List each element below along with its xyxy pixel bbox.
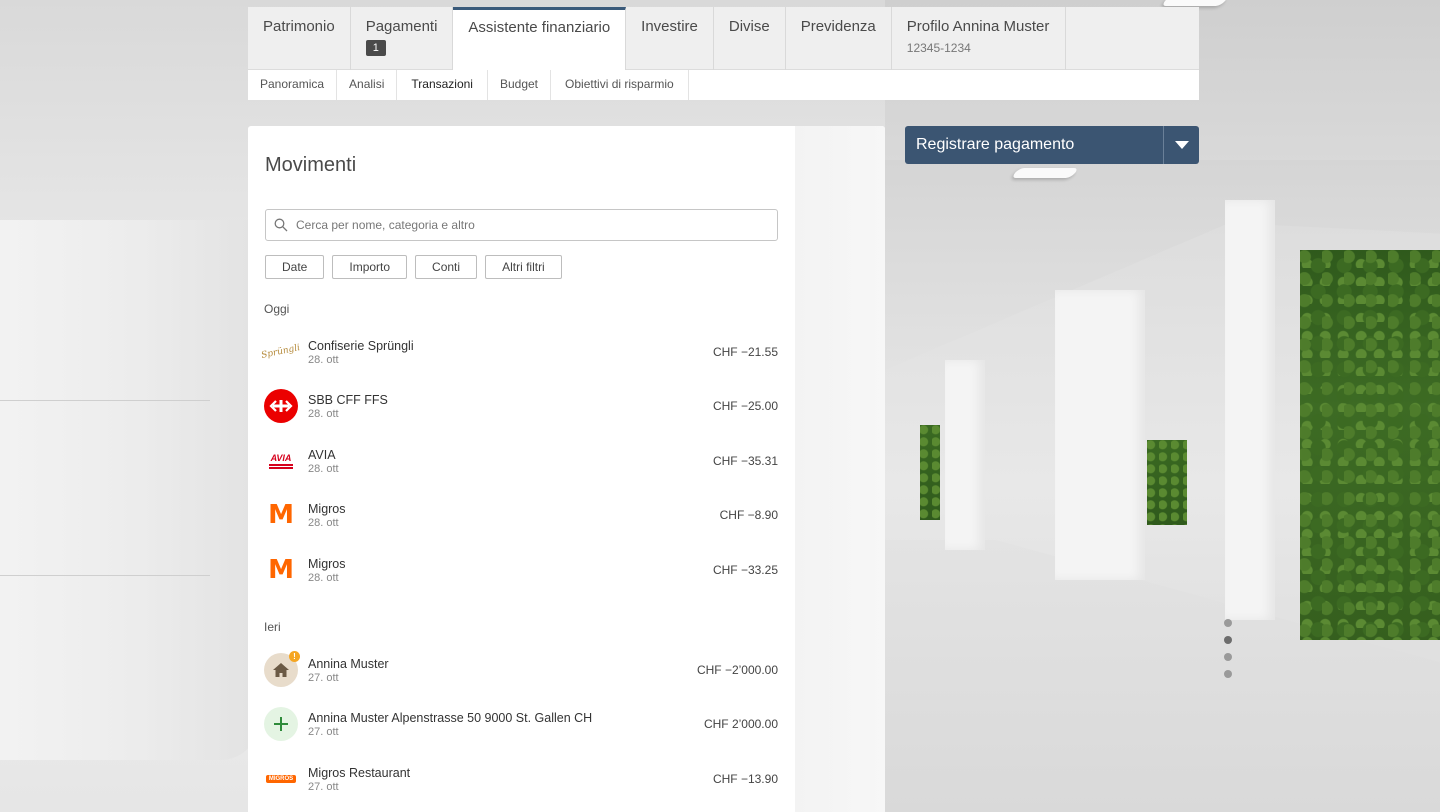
tab-patrimonio[interactable]: Patrimonio (248, 7, 351, 70)
migros-restaurant-logo: MIGROS (264, 762, 298, 796)
tab-investire[interactable]: Investire (626, 7, 714, 70)
transaction-date: 27. ott (308, 780, 339, 793)
avia-logo-text: AVIA (270, 452, 292, 463)
migros-logo: M (264, 553, 298, 587)
transaction-row[interactable]: ! Annina Muster 27. ott CHF −2’000.00 (264, 650, 778, 690)
transaction-name: SBB CFF FFS (308, 392, 388, 407)
subtab-panoramica[interactable]: Panoramica (248, 70, 338, 100)
spruengli-logo-text: Sprüngli (260, 343, 302, 361)
green-wall (1300, 250, 1440, 640)
home-icon: ! (264, 651, 300, 687)
pagination-dot[interactable] (1224, 653, 1232, 661)
transaction-amount: CHF −33.25 (712, 563, 778, 577)
group-label-yesterday: Ieri (264, 620, 281, 634)
transaction-row[interactable]: SBB CFF FFS 28. ott CHF −25.00 (264, 386, 778, 426)
register-payment-button[interactable]: Registrare pagamento (905, 126, 1199, 164)
page-title: Movimenti (265, 154, 357, 176)
transaction-amount: CHF −21.55 (712, 345, 778, 359)
migros-restaurant-logo-text: MIGROS (265, 775, 297, 783)
transaction-row[interactable]: M Migros 28. ott CHF −33.25 (264, 550, 778, 590)
sbb-logo-icon (264, 389, 298, 423)
transaction-amount: CHF −13.90 (712, 772, 778, 786)
group-label-today: Oggi (264, 302, 290, 316)
transaction-date: 27. ott (308, 725, 339, 738)
account-number: 12345-1234 (906, 41, 971, 55)
background-pillar (0, 220, 260, 760)
notification-badge: 1 (365, 40, 386, 56)
filter-bar: Date Importo Conti Altri filtri (265, 255, 562, 279)
main-navigation: Patrimonio Pagamenti 1 Assistente finanz… (248, 7, 1199, 70)
transaction-amount: CHF −2’000.00 (696, 663, 778, 677)
transaction-date: 28. ott (308, 353, 339, 366)
tab-label: Assistente finanziario (468, 19, 611, 36)
transaction-name: Migros Restaurant (308, 765, 411, 780)
subtab-obiettivi-di-risparmio[interactable]: Obiettivi di risparmio (551, 70, 689, 100)
plus-icon-graphic (264, 707, 298, 741)
transaction-row[interactable]: Sprüngli Confiserie Sprüngli 28. ott CHF… (261, 332, 778, 372)
tab-label: Investire (641, 18, 698, 35)
transaction-date: 28. ott (308, 407, 339, 420)
transaction-date: 27. ott (308, 671, 339, 684)
tab-label: Previdenza (800, 18, 876, 35)
plus-icon (264, 707, 298, 741)
transaction-name: Migros (308, 556, 346, 571)
tab-divise[interactable]: Divise (714, 7, 786, 70)
transaction-row[interactable]: Annina Muster Alpenstrasse 50 9000 St. G… (264, 704, 778, 744)
transactions-panel: Movimenti Date Importo Conti Altri filtr… (248, 126, 885, 812)
tab-previdenza[interactable]: Previdenza (786, 7, 892, 70)
transaction-name: AVIA (308, 447, 336, 462)
filter-date-button[interactable]: Date (265, 255, 325, 279)
transaction-name: Annina Muster (308, 656, 389, 671)
panel-side-strip (795, 126, 885, 812)
transaction-row[interactable]: AVIA AVIA 28. ott CHF −35.31 (264, 441, 778, 481)
transaction-row[interactable]: MIGROS Migros Restaurant 27. ott CHF −13… (264, 759, 778, 799)
transaction-name: Migros (308, 501, 346, 516)
transaction-row[interactable]: M Migros 28. ott CHF −8.90 (264, 495, 778, 535)
tab-pagamenti[interactable]: Pagamenti 1 (351, 7, 454, 70)
migros-logo-text: M (268, 555, 294, 585)
transaction-amount: CHF −8.90 (719, 508, 778, 522)
tab-label: Divise (728, 18, 770, 35)
transaction-name: Annina Muster Alpenstrasse 50 9000 St. G… (308, 710, 593, 725)
search-icon (274, 218, 288, 232)
register-payment-label: Registrare pagamento (916, 136, 1075, 153)
tab-profilo[interactable]: Profilo Annina Muster 12345-1234 (892, 7, 1067, 70)
subtab-budget[interactable]: Budget (488, 70, 552, 100)
transaction-name: Confiserie Sprüngli (308, 338, 414, 353)
subtab-transazioni[interactable]: Transazioni (397, 70, 488, 100)
subtab-analisi[interactable]: Analisi (337, 70, 398, 100)
transaction-date: 28. ott (308, 516, 339, 529)
transaction-amount: CHF 2’000.00 (703, 717, 778, 731)
transaction-date: 28. ott (308, 571, 339, 584)
spruengli-logo: Sprüngli (261, 335, 302, 369)
search-input[interactable] (296, 218, 766, 232)
slide-pagination (1224, 619, 1232, 678)
pagination-dot[interactable] (1224, 670, 1232, 678)
filter-more-button[interactable]: Altri filtri (485, 255, 562, 279)
tab-label: Profilo Annina Muster (906, 18, 1050, 35)
filter-amount-button[interactable]: Importo (332, 255, 408, 279)
sbb-logo (264, 389, 298, 423)
tab-label: Pagamenti (365, 18, 438, 35)
search-box (265, 209, 778, 241)
tab-assistente-finanziario[interactable]: Assistente finanziario (453, 7, 627, 70)
transaction-amount: CHF −25.00 (712, 399, 778, 413)
migros-logo-text: M (268, 500, 294, 530)
chevron-down-icon[interactable] (1163, 126, 1199, 164)
avia-logo: AVIA (264, 444, 298, 478)
warning-icon: ! (289, 651, 300, 662)
transaction-date: 28. ott (308, 462, 339, 475)
migros-logo: M (264, 498, 298, 532)
background-corridor (885, 0, 1440, 812)
pagination-dot-active[interactable] (1224, 636, 1232, 644)
sub-navigation: Panoramica Analisi Transazioni Budget Ob… (248, 70, 1199, 100)
transaction-amount: CHF −35.31 (712, 454, 778, 468)
pagination-dot[interactable] (1224, 619, 1232, 627)
tab-label: Patrimonio (263, 18, 335, 35)
filter-accounts-button[interactable]: Conti (415, 255, 478, 279)
